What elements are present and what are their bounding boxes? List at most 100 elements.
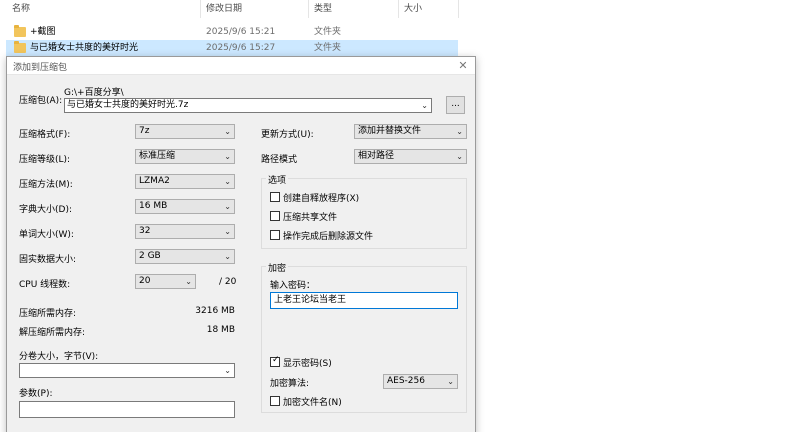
params-input[interactable]: [19, 401, 235, 418]
mem-comp-value: 3216 MB: [195, 306, 235, 316]
level-value: 标准压缩: [139, 151, 176, 161]
password-input[interactable]: 上老王论坛当老王: [270, 292, 458, 309]
file-explorer-list: ^ 名称 修改日期 类型 大小 +截图 2025/9/6 15:21 文件夹 与…: [0, 0, 800, 60]
encryption-group-title: 加密: [266, 261, 289, 274]
delete-after-checkbox-label: 操作完成后删除源文件: [283, 232, 374, 242]
checkbox-box[interactable]: [270, 355, 280, 367]
path-mode-value: 相对路径: [358, 151, 395, 161]
show-password-checkbox[interactable]: 显示密码(S): [270, 355, 390, 369]
column-divider[interactable]: [458, 0, 459, 18]
column-divider[interactable]: [200, 0, 201, 18]
options-group-title: 选项: [266, 173, 289, 186]
column-divider[interactable]: [398, 0, 399, 18]
params-label: 参数(P):: [19, 389, 53, 399]
file-row[interactable]: +截图 2025/9/6 15:21 文件夹: [6, 24, 458, 40]
method-value: LZMA2: [139, 176, 170, 186]
split-label: 分卷大小，字节(V):: [19, 352, 99, 362]
chevron-down-icon: ⌄: [224, 152, 231, 161]
dict-select[interactable]: 16 MB ⌄: [135, 199, 235, 214]
archive-label: 压缩包(A):: [19, 96, 63, 106]
method-label: 压缩方法(M):: [19, 180, 73, 190]
column-header-name[interactable]: 名称: [12, 0, 30, 18]
archive-name-value: 与已婚女士共度的美好时光.7z: [67, 100, 189, 110]
format-value: 7z: [139, 126, 150, 136]
cpu-select[interactable]: 20 ⌄: [135, 274, 196, 289]
file-name: 与已婚女士共度的美好时光: [30, 43, 139, 53]
file-type: 文件夹: [314, 27, 342, 37]
column-header-size[interactable]: 大小: [404, 0, 422, 18]
show-password-label: 显示密码(S): [283, 359, 332, 369]
path-mode-select[interactable]: 相对路径 ⌄: [354, 149, 467, 164]
shared-files-checkbox[interactable]: 压缩共享文件: [270, 210, 460, 223]
split-select[interactable]: ⌄: [19, 363, 235, 378]
sfx-checkbox-label: 创建自释放程序(X): [283, 194, 360, 204]
word-value: 32: [139, 226, 151, 236]
word-select[interactable]: 32 ⌄: [135, 224, 235, 239]
format-label: 压缩格式(F):: [19, 130, 71, 140]
checkbox-box[interactable]: [270, 230, 280, 240]
encryption-method-value: AES-256: [387, 376, 425, 386]
checkbox-box[interactable]: [270, 396, 280, 406]
chevron-down-icon: ⌄: [224, 127, 231, 136]
format-select[interactable]: 7z ⌄: [135, 124, 235, 139]
mem-decomp-value: 18 MB: [206, 325, 235, 335]
folder-icon: [14, 41, 26, 53]
chevron-down-icon[interactable]: ⌄: [421, 99, 428, 112]
file-date: 2025/9/6 15:27: [206, 43, 276, 53]
add-to-archive-dialog: 添加到压缩包 ✕ 压缩包(A): G:\+百度分享\ 与已婚女士共度的美好时光.…: [6, 56, 476, 432]
chevron-down-icon: ⌄: [185, 277, 192, 286]
encrypt-names-checkbox[interactable]: 加密文件名(N): [270, 395, 390, 408]
file-name: +截图: [30, 27, 56, 37]
sfx-checkbox[interactable]: 创建自释放程序(X): [270, 191, 460, 204]
dict-label: 字典大小(D):: [19, 205, 72, 215]
mem-comp-label: 压缩所需内存:: [19, 309, 77, 319]
password-label: 输入密码：: [270, 281, 316, 291]
level-select[interactable]: 标准压缩 ⌄: [135, 149, 235, 164]
chevron-down-icon: ⌄: [224, 227, 231, 236]
sort-ascending-icon: ^: [101, 0, 108, 5]
browse-button[interactable]: ...: [446, 96, 465, 114]
solid-label: 固实数据大小:: [19, 255, 77, 265]
level-label: 压缩等级(L):: [19, 155, 71, 165]
encrypt-names-label: 加密文件名(N): [283, 398, 342, 408]
delete-after-checkbox[interactable]: 操作完成后删除源文件: [270, 229, 460, 242]
chevron-down-icon: ⌄: [224, 366, 231, 375]
chevron-down-icon: ⌄: [224, 252, 231, 261]
method-select[interactable]: LZMA2 ⌄: [135, 174, 235, 189]
cpu-label: CPU 线程数:: [19, 280, 71, 290]
cpu-total: / 20: [219, 277, 237, 287]
chevron-down-icon: ⌄: [224, 202, 231, 211]
solid-value: 2 GB: [139, 251, 161, 261]
update-select[interactable]: 添加并替换文件 ⌄: [354, 124, 467, 139]
close-icon[interactable]: ✕: [455, 58, 471, 74]
archive-path: G:\+百度分享\: [64, 88, 124, 98]
word-label: 单词大小(W):: [19, 230, 74, 240]
file-row-selected[interactable]: 与已婚女士共度的美好时光 2025/9/6 15:27 文件夹: [6, 40, 458, 56]
checkbox-box[interactable]: [270, 211, 280, 221]
encryption-method-label: 加密算法:: [270, 379, 310, 389]
cpu-value: 20: [139, 276, 151, 286]
update-value: 添加并替换文件: [358, 126, 422, 136]
folder-icon: [14, 25, 26, 37]
column-header-date[interactable]: 修改日期: [206, 0, 242, 18]
password-value: 上老王论坛当老王: [274, 295, 347, 305]
shared-files-checkbox-label: 压缩共享文件: [283, 213, 338, 223]
dict-value: 16 MB: [139, 201, 168, 211]
path-mode-label: 路径模式: [261, 155, 298, 165]
dialog-title: 添加到压缩包: [13, 63, 68, 73]
archive-name-combo[interactable]: 与已婚女士共度的美好时光.7z ⌄: [64, 98, 432, 113]
chevron-down-icon: ⌄: [447, 377, 454, 386]
checkbox-box[interactable]: [270, 192, 280, 202]
update-label: 更新方式(U):: [261, 130, 314, 140]
column-header-type[interactable]: 类型: [314, 0, 332, 18]
encryption-method-select[interactable]: AES-256 ⌄: [383, 374, 458, 389]
file-type: 文件夹: [314, 43, 342, 53]
chevron-down-icon: ⌄: [456, 127, 463, 136]
solid-select[interactable]: 2 GB ⌄: [135, 249, 235, 264]
mem-decomp-label: 解压缩所需内存:: [19, 328, 86, 338]
column-divider[interactable]: [308, 0, 309, 18]
encryption-group: 加密 输入密码： 上老王论坛当老王 显示密码(S) 加密算法: AES-256 …: [261, 261, 467, 413]
options-group: 选项 创建自释放程序(X) 压缩共享文件 操作完成后删除源文件: [261, 173, 467, 249]
chevron-down-icon: ⌄: [456, 152, 463, 161]
dialog-titlebar[interactable]: 添加到压缩包 ✕: [7, 57, 475, 75]
